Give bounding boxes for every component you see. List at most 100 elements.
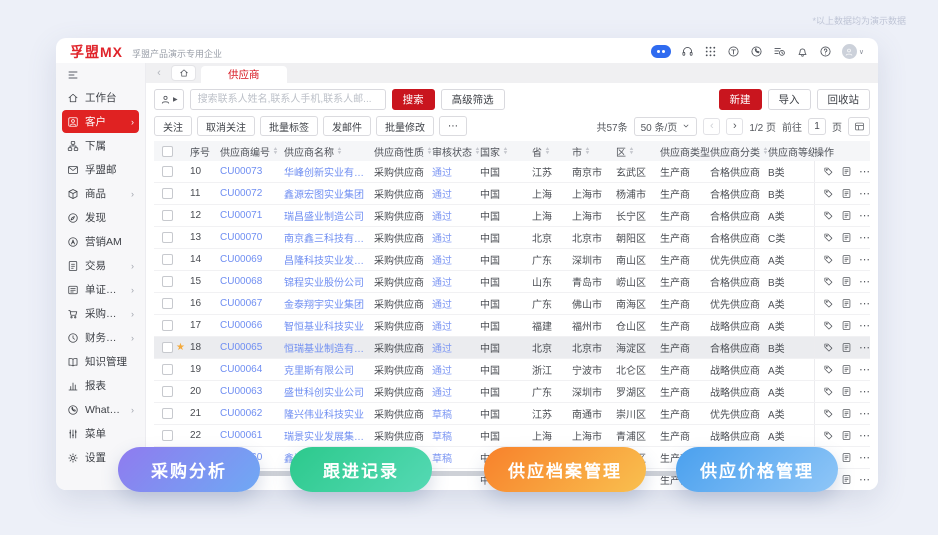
column-header-name[interactable]: 供应商名称 ▲ ▼ (284, 141, 374, 161)
create-button[interactable]: 新建 (718, 89, 762, 110)
row-checkbox[interactable] (162, 386, 173, 397)
contact-filter-button[interactable]: ▶ (154, 89, 184, 110)
sort-icon[interactable]: ▲ ▼ (427, 147, 432, 156)
sidebar-item-workbench[interactable]: 工作台 (62, 86, 139, 109)
cell-name[interactable]: 昌隆科技实业发展... (284, 252, 372, 267)
row-checkbox[interactable] (162, 166, 173, 177)
table-row[interactable]: 14 CU00069 昌隆科技实业发展... 采购供应商 通过 中国 广东 深圳市 南山区 生产商… (154, 249, 870, 271)
table-row[interactable]: 20 CU00063 盛世科创实业公司 采购供应商 通过 中国 广东 深圳市 罗湖区 生产商 战略供… (154, 381, 870, 403)
row-checkbox[interactable] (162, 430, 173, 441)
table-row[interactable]: 21 CU00062 隆兴伟业科技实业 采购供应商 草稿 中国 江苏 南通市 崇川区 生产商 优先供… (154, 403, 870, 425)
cell-name[interactable]: 隆兴伟业科技实业 (284, 406, 364, 421)
more-icon[interactable]: ⋯ (859, 165, 870, 178)
tag-icon[interactable] (823, 342, 834, 353)
memo-icon[interactable] (841, 276, 852, 287)
table-row[interactable]: ★ 18 CU00065 恒瑞基业制造有限... 采购供应商 通过 中国 北京 北京市 海淀区 生产… (154, 337, 870, 359)
goto-page-input[interactable] (808, 117, 826, 135)
row-checkbox[interactable] (162, 254, 173, 265)
cell-code[interactable]: CU00070 (220, 232, 262, 243)
memo-icon[interactable] (841, 320, 852, 331)
home-tab-button[interactable] (171, 65, 196, 81)
more-icon[interactable]: ⋯ (859, 429, 870, 442)
column-header-status[interactable]: 审核状态 ▲ ▼ (432, 141, 480, 161)
column-header-category[interactable]: 供应商分类 ▲ ▼ (710, 141, 768, 161)
sidebar-item-trade[interactable]: 交易 › (62, 254, 139, 277)
table-row[interactable]: 11 CU00072 鑫源宏图实业集团 采购供应商 通过 中国 上海 上海市 杨浦市 生产商 合格供… (154, 183, 870, 205)
cell-name[interactable]: 瑞昌盛业制造公司 (284, 208, 364, 223)
sidebar-item-purchase-mgmt[interactable]: 采购管理 › (62, 302, 139, 325)
table-row[interactable]: 15 CU00068 锦程实业股份公司 采购供应商 通过 中国 山东 青岛市 崂山区 生产商 合格供… (154, 271, 870, 293)
more-icon[interactable]: ⋯ (859, 253, 870, 266)
cell-name[interactable]: 瑞景实业发展集团... (284, 428, 372, 443)
memo-icon[interactable] (841, 166, 852, 177)
memo-icon[interactable] (841, 364, 852, 375)
memo-icon[interactable] (841, 342, 852, 353)
sidebar-item-fumeng-mail[interactable]: 孚盟邮 (62, 158, 139, 181)
row-checkbox[interactable] (162, 408, 173, 419)
cell-name[interactable]: 盛世科创实业公司 (284, 384, 364, 399)
cell-code[interactable]: CU00063 (220, 386, 262, 397)
row-checkbox[interactable] (162, 210, 173, 221)
sort-icon[interactable]: ▲ ▼ (763, 147, 768, 156)
memo-icon[interactable] (841, 430, 852, 441)
supply-price-mgmt-button[interactable]: 供应价格管理 (676, 447, 838, 492)
help-icon[interactable] (819, 45, 832, 58)
column-header-code[interactable]: 供应商编号 ▲ ▼ (220, 141, 284, 161)
advanced-filter-button[interactable]: 高级筛选 (440, 89, 505, 110)
tag-icon[interactable] (823, 232, 834, 243)
tag-icon[interactable] (823, 188, 834, 199)
cell-status[interactable]: 通过 (432, 362, 452, 377)
sidebar-item-whatsapp[interactable]: WhatsAp... › (62, 398, 139, 421)
tab-suppliers[interactable]: 供应商 (201, 66, 287, 83)
sidebar-item-subordinates[interactable]: 下属 (62, 134, 139, 157)
sort-icon[interactable]: ▲ ▼ (475, 147, 480, 156)
sort-icon[interactable]: ▲ ▼ (585, 147, 591, 156)
page-size-select[interactable]: 50 条/页 (633, 116, 698, 136)
cell-code[interactable]: CU00067 (220, 298, 262, 309)
cell-status[interactable]: 通过 (432, 296, 452, 311)
table-row[interactable]: 16 CU00067 金泰翔宇实业集团 采购供应商 通过 中国 广东 佛山市 南海区 生产商 优先供… (154, 293, 870, 315)
row-checkbox[interactable] (162, 232, 173, 243)
sidebar-item-customers[interactable]: 客户 › (62, 110, 139, 133)
cell-code[interactable]: CU00066 (220, 320, 262, 331)
cell-code[interactable]: CU00072 (220, 188, 262, 199)
sidebar-item-menu[interactable]: 菜单 (62, 422, 139, 445)
memo-icon[interactable] (841, 254, 852, 265)
next-page-button[interactable]: › (726, 117, 744, 135)
more-icon[interactable]: ⋯ (859, 231, 870, 244)
tag-icon[interactable] (823, 320, 834, 331)
history-icon[interactable] (773, 45, 786, 58)
cell-status[interactable]: 草稿 (432, 406, 452, 421)
cell-status[interactable]: 通过 (432, 340, 452, 355)
sidebar-item-marketing-am[interactable]: 营销AM (62, 230, 139, 253)
tab-back-icon[interactable]: ‹ (152, 67, 166, 79)
more-icon[interactable]: ⋯ (859, 473, 870, 486)
cell-status[interactable]: 通过 (432, 274, 452, 289)
tag-icon[interactable] (823, 166, 834, 177)
sidebar-collapse-icon[interactable] (62, 67, 139, 86)
sort-icon[interactable]: ▲ ▼ (629, 147, 635, 156)
prev-page-button[interactable]: ‹ (703, 117, 721, 135)
row-checkbox[interactable] (162, 342, 173, 353)
cell-status[interactable]: 通过 (432, 230, 452, 245)
cell-status[interactable]: 通过 (432, 164, 452, 179)
column-header-country[interactable]: 国家 ▲ ▼ (480, 141, 532, 161)
memo-icon[interactable] (841, 474, 852, 485)
sidebar-item-products[interactable]: 商品 › (62, 182, 139, 205)
more-icon[interactable]: ⋯ (859, 451, 870, 464)
more-icon[interactable]: ⋯ (859, 187, 870, 200)
translate-icon[interactable] (727, 45, 740, 58)
apps-grid-icon[interactable] (704, 45, 717, 58)
row-checkbox[interactable] (162, 320, 173, 331)
table-row[interactable]: 13 CU00070 南京鑫三科技有限... 采购供应商 通过 中国 北京 北京市 朝阳区 生产商… (154, 227, 870, 249)
cell-code[interactable]: CU00071 (220, 210, 262, 221)
cell-code[interactable]: CU00068 (220, 276, 262, 287)
memo-icon[interactable] (841, 452, 852, 463)
cell-status[interactable]: 通过 (432, 208, 452, 223)
search-input[interactable] (189, 89, 386, 110)
sidebar-item-reports[interactable]: 报表 (62, 374, 139, 397)
table-row[interactable]: 17 CU00066 智恒基业科技实业 采购供应商 通过 中国 福建 福州市 仓山区 生产商 战略供… (154, 315, 870, 337)
table-row[interactable]: 22 CU00061 瑞景实业发展集团... 采购供应商 草稿 中国 上海 上海市 青浦区 生产商… (154, 425, 870, 447)
column-header-nature[interactable]: 供应商性质 ▲ ▼ (374, 141, 432, 161)
memo-icon[interactable] (841, 188, 852, 199)
